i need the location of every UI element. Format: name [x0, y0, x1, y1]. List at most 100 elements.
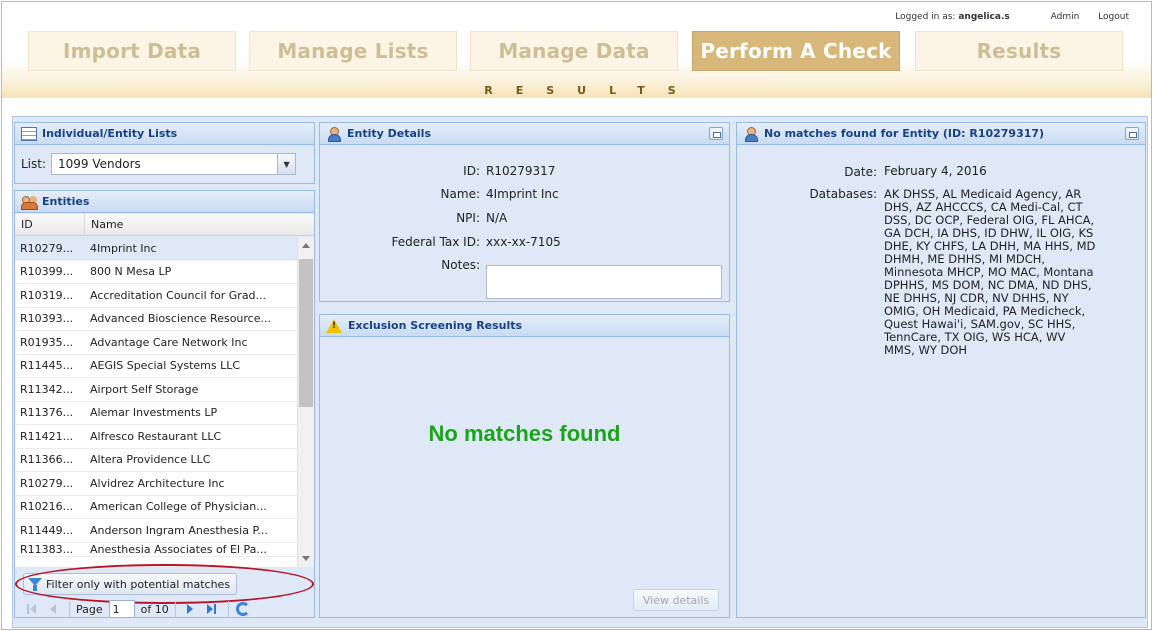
table-row[interactable]: R11421... Alfresco Restaurant LLC: [15, 425, 297, 449]
pager-divider: [174, 601, 176, 617]
filter-potential-matches-button[interactable]: Filter only with potential matches: [23, 573, 238, 595]
entity-name-cell: Alfresco Restaurant LLC: [90, 429, 222, 443]
lists-panel-header: Individual/Entity Lists: [15, 123, 314, 145]
databases-value: AK DHSS, AL Medicaid Agency, AR DHS, AZ A…: [884, 188, 1134, 357]
entity-id-cell: R11366...: [20, 453, 74, 467]
pager-divider: [227, 601, 229, 617]
nav-perform-a-check[interactable]: Perform A Check: [692, 31, 900, 71]
list-grid-icon: [21, 126, 37, 141]
table-row[interactable]: R10279... Alvidrez Architecture Inc: [15, 472, 297, 496]
table-row[interactable]: R11366... Altera Providence LLC: [15, 449, 297, 472]
entity-name-cell: AEGIS Special Systems LLC: [90, 359, 241, 373]
table-row[interactable]: R11449... Anderson Ingram Anesthesia P...: [15, 519, 297, 543]
entity-name-cell: Advanced Bioscience Resource...: [90, 312, 271, 326]
entity-id-cell: R11445...: [20, 359, 74, 373]
name-value: 4Imprint Inc: [486, 187, 559, 201]
tax-id-value: xxx-xx-7105: [486, 235, 561, 249]
entity-id-cell: R11376...: [20, 406, 74, 420]
entity-id-cell: R10393...: [20, 312, 74, 326]
next-page-icon[interactable]: [182, 601, 198, 617]
column-header-name[interactable]: Name: [85, 214, 314, 235]
entity-id-cell: R11342...: [20, 382, 74, 396]
entity-details-panel: Entity Details ID: R10279317 Name: 4Impr…: [319, 122, 730, 302]
table-row[interactable]: R10319... Accreditation Council for Grad.…: [15, 284, 297, 308]
table-row[interactable]: R01935... Advantage Care Network Inc: [15, 331, 297, 355]
nav-manage-lists[interactable]: Manage Lists: [249, 31, 457, 71]
nav-results[interactable]: Results: [915, 31, 1123, 71]
logged-in-label: Logged in as:: [895, 12, 956, 22]
app-window: Logged in as: angelica.s Admin Logout Im…: [1, 1, 1152, 630]
entity-id-cell: R10279...: [20, 476, 74, 490]
lists-panel: Individual/Entity Lists List: 1099 Vendo…: [14, 122, 315, 184]
print-icon[interactable]: [1125, 127, 1139, 140]
column-header-id[interactable]: ID: [15, 214, 85, 235]
page-label: Page: [76, 602, 103, 616]
entity-name-cell: Advantage Care Network Inc: [90, 335, 248, 349]
entity-id-cell: R11421...: [20, 429, 74, 443]
exclusion-results-title: Exclusion Screening Results: [348, 319, 523, 332]
entity-id-cell: R01935...: [20, 335, 74, 349]
first-page-icon[interactable]: [23, 601, 39, 617]
table-row[interactable]: R10393... Advanced Bioscience Resource...: [15, 308, 297, 331]
entity-name-cell: Alvidrez Architecture Inc: [90, 476, 225, 490]
databases-label: Databases:: [809, 187, 877, 201]
warning-icon: [326, 318, 342, 333]
view-details-button[interactable]: View details: [633, 589, 719, 611]
entity-id-cell: R11449...: [20, 523, 74, 537]
logout-link[interactable]: Logout: [1098, 12, 1129, 22]
user-bar: Logged in as: angelica.s Admin Logout: [895, 12, 1129, 22]
entity-id-cell: R10399...: [20, 265, 74, 279]
refresh-icon[interactable]: [235, 601, 251, 617]
npi-value: N/A: [486, 211, 508, 225]
scroll-down-icon[interactable]: [302, 556, 310, 561]
id-label: ID:: [463, 164, 480, 178]
entity-details-fields: ID: R10279317 Name: 4Imprint Inc NPI: N/…: [320, 123, 729, 273]
name-label: Name:: [440, 187, 480, 201]
table-row[interactable]: R11383... Anesthesia Associates of El Pa.…: [15, 543, 297, 557]
username: angelica.s: [958, 12, 1010, 22]
database-line: MMS, WY DOH: [884, 343, 968, 357]
page-number-input[interactable]: 1: [108, 600, 135, 618]
table-row[interactable]: R10216... American College of Physician..…: [15, 496, 297, 519]
table-row[interactable]: R10279... 4Imprint Inc: [15, 237, 297, 261]
scroll-up-icon[interactable]: [302, 243, 310, 248]
entity-name-cell: Accreditation Council for Grad...: [90, 288, 267, 302]
match-summary-panel: No matches found for Entity (ID: R102793…: [736, 122, 1146, 618]
nav-import-data[interactable]: Import Data: [28, 31, 236, 71]
table-row[interactable]: R11445... AEGIS Special Systems LLC: [15, 355, 297, 378]
chevron-down-icon[interactable]: ▼: [277, 154, 296, 174]
admin-link[interactable]: Admin: [1051, 12, 1080, 22]
entity-id-cell: R10216...: [20, 500, 74, 514]
entity-name-cell: American College of Physician...: [90, 500, 267, 514]
entity-name-cell: Alemar Investments LP: [90, 406, 218, 420]
entity-name-cell: Altera Providence LLC: [90, 453, 211, 467]
entity-id-cell: R10319...: [20, 288, 74, 302]
funnel-icon: [28, 577, 42, 591]
scroll-thumb[interactable]: [299, 259, 313, 407]
no-matches-message: No matches found: [428, 421, 621, 446]
entity-id-cell: R10279...: [20, 241, 74, 255]
id-value: R10279317: [486, 164, 556, 178]
table-row[interactable]: R11342... Airport Self Storage: [15, 378, 297, 402]
left-column: Individual/Entity Lists List: 1099 Vendo…: [14, 122, 315, 618]
exclusion-results-panel: Exclusion Screening Results No matches f…: [319, 314, 730, 618]
table-row[interactable]: R11376... Alemar Investments LP: [15, 402, 297, 425]
last-page-icon[interactable]: [204, 601, 220, 617]
notes-field[interactable]: [486, 265, 722, 299]
npi-label: NPI:: [456, 211, 480, 225]
list-select[interactable]: 1099 Vendors ▼: [51, 153, 297, 175]
entity-name-cell: 4Imprint Inc: [90, 241, 157, 255]
entity-name-cell: Anderson Ingram Anesthesia P...: [90, 523, 268, 537]
people-icon: [21, 195, 38, 210]
list-select-value: 1099 Vendors: [58, 157, 141, 171]
entities-table-body: R10279... 4Imprint Inc R10399... 800 N Mesa…: [15, 237, 297, 567]
pager-divider: [69, 601, 70, 617]
date-label: Date:: [844, 165, 877, 179]
prev-page-icon[interactable]: [45, 601, 61, 617]
nav-manage-data[interactable]: Manage Data: [470, 31, 678, 71]
entities-panel: Entities ID Name R10279... 4Imprint Inc R1…: [14, 190, 315, 618]
entities-scrollbar[interactable]: [297, 237, 314, 567]
table-row[interactable]: R10399... 800 N Mesa LP: [15, 261, 297, 284]
entity-name-cell: Airport Self Storage: [90, 382, 199, 396]
person-icon: [743, 126, 759, 142]
